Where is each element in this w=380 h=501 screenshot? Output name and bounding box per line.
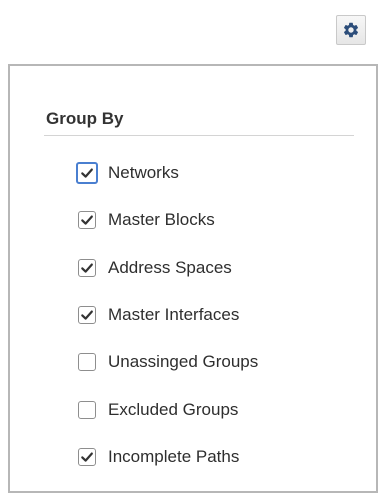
option-master-blocks[interactable]: Master Blocks bbox=[78, 207, 215, 233]
networks-checkbox[interactable] bbox=[76, 162, 98, 184]
gear-icon bbox=[344, 22, 359, 38]
checkmark-icon bbox=[81, 168, 93, 178]
option-label: Excluded Groups bbox=[108, 400, 239, 419]
excluded-groups-checkbox[interactable] bbox=[78, 401, 96, 419]
incomplete-paths-checkbox[interactable] bbox=[78, 448, 96, 466]
unassinged-groups-checkbox[interactable] bbox=[78, 353, 96, 371]
option-unassinged-groups[interactable]: Unassinged Groups bbox=[78, 349, 258, 375]
group-by-panel: Group By Networks Master Blocks Address … bbox=[8, 64, 378, 493]
option-label: Networks bbox=[108, 163, 179, 182]
address-spaces-checkbox[interactable] bbox=[78, 259, 96, 277]
option-label: Incomplete Paths bbox=[108, 447, 240, 466]
master-interfaces-checkbox[interactable] bbox=[78, 306, 96, 324]
option-address-spaces[interactable]: Address Spaces bbox=[78, 255, 232, 281]
group-by-divider bbox=[44, 135, 354, 136]
option-label: Address Spaces bbox=[108, 258, 232, 277]
settings-button[interactable] bbox=[336, 15, 366, 45]
group-by-title: Group By bbox=[46, 109, 124, 128]
group-by-settings-view: Group By Networks Master Blocks Address … bbox=[0, 0, 380, 501]
checkmark-icon bbox=[81, 310, 93, 320]
option-excluded-groups[interactable]: Excluded Groups bbox=[78, 397, 238, 423]
option-master-interfaces[interactable]: Master Interfaces bbox=[78, 302, 239, 328]
checkmark-icon bbox=[81, 263, 93, 273]
checkmark-icon bbox=[81, 452, 93, 462]
option-label: Unassinged Groups bbox=[108, 352, 259, 371]
option-networks[interactable]: Networks bbox=[76, 160, 179, 186]
master-blocks-checkbox[interactable] bbox=[78, 211, 96, 229]
option-incomplete-paths[interactable]: Incomplete Paths bbox=[78, 444, 239, 470]
option-label: Master Blocks bbox=[108, 210, 215, 229]
checkmark-icon bbox=[81, 215, 93, 225]
option-label: Master Interfaces bbox=[108, 305, 240, 324]
